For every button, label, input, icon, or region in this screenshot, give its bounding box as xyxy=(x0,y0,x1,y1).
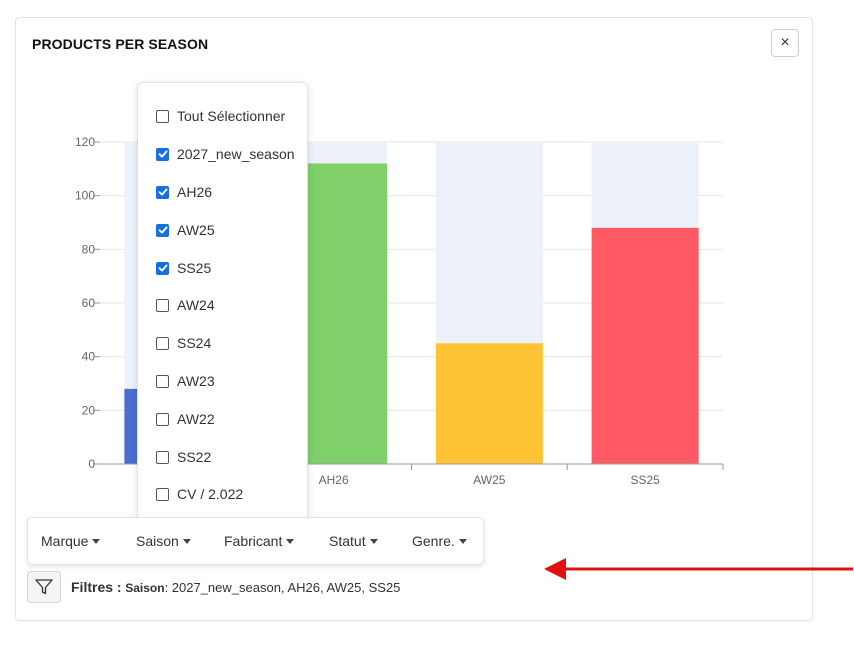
checkbox-icon[interactable] xyxy=(156,336,169,350)
y-tick-label: 120 xyxy=(75,135,95,149)
filter-saison[interactable]: Saison xyxy=(136,533,191,549)
season-option-label: SS22 xyxy=(177,449,212,465)
y-tick-label: 0 xyxy=(88,457,95,471)
filters-key: Saison xyxy=(125,581,165,595)
season-option-label: AH26 xyxy=(177,184,213,200)
caret-down-icon xyxy=(458,538,467,544)
checkbox-checked-icon[interactable] xyxy=(156,147,169,161)
y-tick-label: 80 xyxy=(82,242,96,256)
filter-bar: Marque Saison Fabricant Statut Genre. xyxy=(27,517,484,565)
caret-down-icon xyxy=(369,538,378,544)
season-option-label: Tout Sélectionner xyxy=(177,108,286,124)
filter-fabricant[interactable]: Fabricant xyxy=(224,533,295,549)
season-option-label: AW24 xyxy=(177,297,215,313)
filter-fabricant-label: Fabricant xyxy=(224,533,283,549)
checkbox-checked-icon[interactable] xyxy=(156,261,169,275)
y-tick-label: 100 xyxy=(75,189,95,203)
season-option-label: SS24 xyxy=(177,335,212,351)
checkbox-icon[interactable] xyxy=(156,374,169,388)
filter-saison-label: Saison xyxy=(136,533,179,549)
caret-down-icon xyxy=(286,538,295,544)
filters-label: Filtres : xyxy=(71,579,122,595)
season-option-label: SS25 xyxy=(177,260,212,276)
filter-marque-label: Marque xyxy=(41,533,89,549)
x-tick-label: AW25 xyxy=(473,473,506,487)
season-option-label: CV / 2.022 xyxy=(177,486,244,502)
season-option-label: AW25 xyxy=(177,222,215,238)
active-filters-summary: Filtres : Saison: 2027_new_season, AH26,… xyxy=(71,579,400,595)
season-option[interactable]: 2027_new_season xyxy=(156,144,295,164)
season-option[interactable]: AW24 xyxy=(156,295,215,315)
filter-statut-label: Statut xyxy=(329,533,366,549)
filter-genre-label: Genre. xyxy=(412,533,455,549)
filter-button[interactable] xyxy=(27,571,61,603)
season-option[interactable]: AH26 xyxy=(156,182,212,202)
season-option[interactable]: Tout Sélectionner xyxy=(156,106,285,126)
caret-down-icon xyxy=(92,538,101,544)
y-tick-label: 20 xyxy=(82,403,96,417)
season-option-label: AW22 xyxy=(177,411,215,427)
bar-SS25[interactable] xyxy=(591,227,699,464)
season-option-label: 2027_new_season xyxy=(177,146,295,162)
y-tick-label: 40 xyxy=(82,350,96,364)
checkbox-icon[interactable] xyxy=(156,450,169,464)
season-option[interactable]: CV / 2.022 xyxy=(156,484,243,504)
y-tick-label: 60 xyxy=(82,296,96,310)
filter-statut[interactable]: Statut xyxy=(329,533,378,549)
checkbox-checked-icon[interactable] xyxy=(156,223,169,237)
season-option-label: AW23 xyxy=(177,373,215,389)
checkbox-checked-icon[interactable] xyxy=(156,185,169,199)
checkbox-icon[interactable] xyxy=(156,412,169,426)
filter-marque[interactable]: Marque xyxy=(41,533,101,549)
season-option[interactable]: AW23 xyxy=(156,371,215,391)
bar-AW25[interactable] xyxy=(435,343,543,464)
checkbox-icon[interactable] xyxy=(156,109,169,123)
x-tick-label: AH26 xyxy=(319,473,349,487)
filters-value: : 2027_new_season, AH26, AW25, SS25 xyxy=(164,580,401,595)
checkbox-icon[interactable] xyxy=(156,298,169,312)
season-option[interactable]: AW25 xyxy=(156,220,215,240)
funnel-icon xyxy=(35,579,53,595)
season-option[interactable]: SS25 xyxy=(156,258,211,278)
checkbox-icon[interactable] xyxy=(156,487,169,501)
caret-down-icon xyxy=(182,538,191,544)
filter-genre[interactable]: Genre. xyxy=(412,533,467,549)
x-tick-label: SS25 xyxy=(630,473,660,487)
season-option[interactable]: AW22 xyxy=(156,409,215,429)
season-option[interactable]: SS22 xyxy=(156,447,211,467)
season-dropdown: Tout Sélectionner 2027_new_season AH26 AW25… xyxy=(137,82,308,525)
season-option[interactable]: SS24 xyxy=(156,333,211,353)
